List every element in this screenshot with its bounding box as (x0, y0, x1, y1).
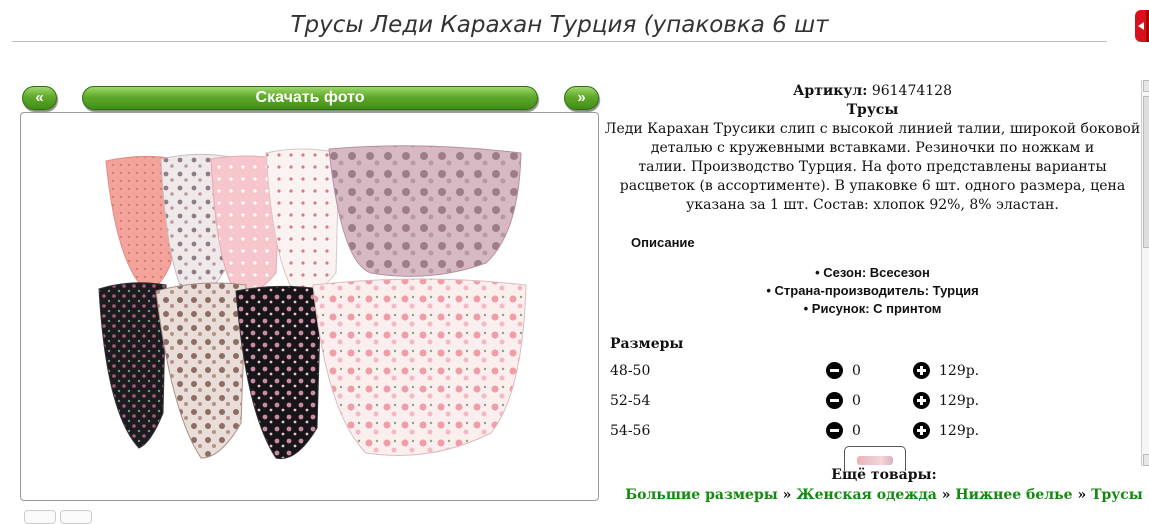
plus-icon[interactable] (913, 392, 930, 409)
size-label: 48-50 (610, 363, 651, 379)
sku-value: 961474128 (871, 83, 952, 99)
download-photo-button[interactable]: Скачать фото (82, 86, 538, 110)
breadcrumb-link[interactable]: Большие размеры (625, 487, 778, 503)
plus-icon[interactable] (913, 422, 930, 439)
breadcrumb-separator: » (1077, 487, 1087, 503)
description-line-2: талии. Производство Турция. На фото пред… (619, 159, 1126, 213)
next-photo-button[interactable]: » (564, 86, 599, 110)
size-label: 52-54 (610, 393, 651, 409)
thumb-stub-2[interactable] (60, 510, 92, 524)
product-image (98, 145, 527, 460)
title-divider (12, 41, 1107, 42)
info-scrollbar[interactable] (1141, 80, 1149, 466)
mini-thumbnail-image (857, 456, 893, 465)
minus-icon[interactable] (826, 362, 843, 379)
scroll-up-icon[interactable] (1143, 80, 1149, 92)
bottom-row-briefs (98, 278, 527, 460)
size-row: 52-54 0 129р. (610, 391, 1130, 411)
more-products-label: Ещё товары: (831, 467, 937, 483)
quantity-value: 0 (852, 393, 861, 409)
product-info: Артикул: 961474128 Трусы Леди Карахан Тр… (604, 82, 1141, 215)
breadcrumb-link[interactable]: Женская одежда (796, 487, 937, 503)
price-value: 129р. (939, 423, 980, 439)
properties-list: Сезон: Всесезон Страна-производитель: Ту… (604, 264, 1141, 318)
description-heading: Описание (631, 235, 695, 250)
product-type: Трусы (846, 102, 899, 118)
top-row-briefs (105, 145, 522, 300)
property-item: Страна-производитель: Турция (604, 282, 1141, 300)
quantity-value: 0 (852, 363, 861, 379)
minus-icon[interactable] (826, 392, 843, 409)
product-photo[interactable] (20, 112, 599, 501)
property-item: Рисунок: С принтом (604, 300, 1141, 318)
breadcrumb-separator: » (782, 487, 792, 503)
scroll-down-icon[interactable] (1143, 454, 1149, 466)
minus-icon[interactable] (826, 422, 843, 439)
breadcrumb-link[interactable]: Трусы (1091, 487, 1143, 503)
sizes-heading: Размеры (610, 336, 684, 352)
breadcrumb-link[interactable]: Нижнее белье (955, 487, 1072, 503)
size-row: 54-56 0 129р. (610, 421, 1130, 441)
breadcrumb-separator: » (941, 487, 951, 503)
quantity-value: 0 (852, 423, 861, 439)
sku-label: Артикул: (793, 83, 868, 99)
description-line-1: Леди Карахан Трусики слип с высокой лини… (604, 121, 1141, 156)
property-item: Сезон: Всесезон (604, 264, 1141, 282)
page-title: Трусы Леди Карахан Турция (упаковка 6 шт (290, 12, 829, 38)
scroll-thumb[interactable] (1143, 96, 1149, 248)
prev-photo-button[interactable]: « (22, 86, 57, 110)
thumb-stub-1[interactable] (24, 510, 56, 524)
size-label: 54-56 (610, 423, 651, 439)
plus-icon[interactable] (913, 362, 930, 379)
size-row: 48-50 0 129р. (610, 361, 1130, 381)
price-value: 129р. (939, 363, 980, 379)
breadcrumb: Большие размеры » Женская одежда » Нижне… (604, 487, 1149, 503)
price-value: 129р. (939, 393, 980, 409)
side-tab-icon[interactable] (1135, 10, 1149, 42)
